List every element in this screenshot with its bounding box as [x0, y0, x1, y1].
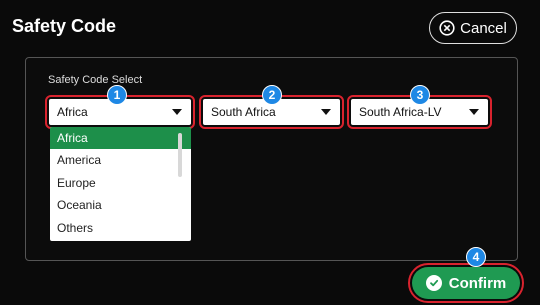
cancel-label: Cancel — [460, 19, 507, 37]
dropdown-option-africa[interactable]: Africa — [50, 127, 191, 150]
confirm-button-highlight: Confirm — [408, 263, 524, 303]
region-select-value: Africa — [57, 105, 88, 119]
safety-code-select-label: Safety Code Select — [48, 74, 143, 86]
confirm-button[interactable]: Confirm — [412, 267, 520, 299]
confirm-label: Confirm — [448, 274, 507, 292]
dropdown-option-america[interactable]: America — [50, 149, 191, 171]
step-badge-3: 3 — [410, 85, 430, 105]
dropdown-option-others[interactable]: Others — [50, 217, 191, 239]
region-dropdown-list: Africa America Europe Oceania Others — [50, 127, 191, 241]
grid-code-select-value: South Africa-LV — [359, 105, 442, 119]
country-select-value: South Africa — [211, 105, 276, 119]
dropdown-scrollbar[interactable] — [178, 133, 182, 177]
step-badge-4: 4 — [466, 247, 486, 267]
step-badge-2: 2 — [262, 85, 282, 105]
close-circle-icon — [439, 20, 455, 36]
caret-down-icon — [172, 109, 182, 115]
dropdown-option-oceania[interactable]: Oceania — [50, 194, 191, 216]
cancel-button[interactable]: Cancel — [429, 12, 517, 44]
dropdown-option-europe[interactable]: Europe — [50, 172, 191, 194]
check-circle-icon — [425, 275, 442, 291]
page-title: Safety Code — [12, 16, 117, 36]
caret-down-icon — [321, 109, 331, 115]
step-badge-1: 1 — [107, 85, 127, 105]
caret-down-icon — [469, 109, 479, 115]
